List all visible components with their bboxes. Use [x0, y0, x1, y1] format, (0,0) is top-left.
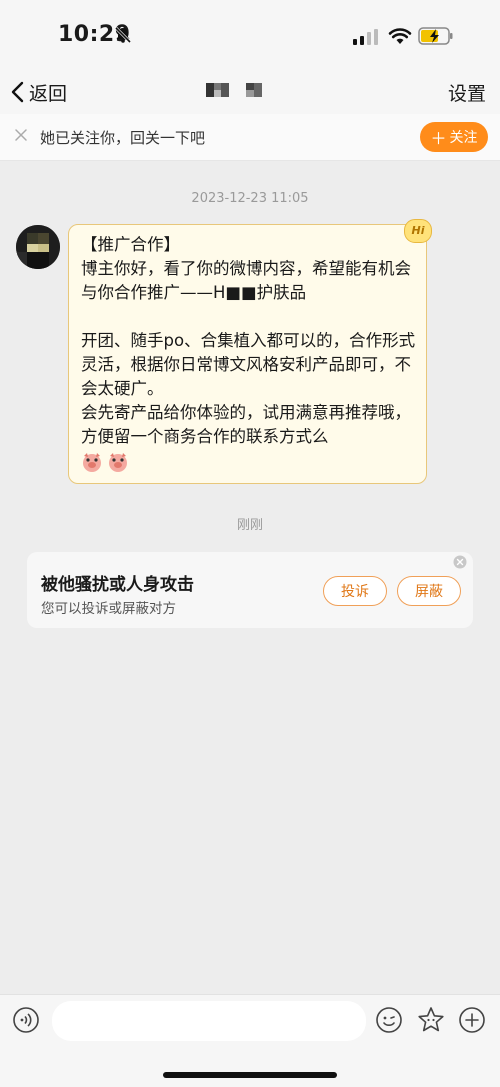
message-line: 开团、随手po、合集植入都可以的，合作形式灵活，根据你日常博文风格安利产品即可，… [81, 331, 416, 398]
status-bar: 10:29 [0, 0, 500, 70]
settings-button[interactable]: 设置 [448, 79, 486, 106]
block-button[interactable]: 屏蔽 [397, 576, 461, 606]
message-input[interactable] [52, 1001, 366, 1041]
message-line: 【推广合作】 [81, 235, 180, 254]
voice-icon[interactable] [13, 1007, 39, 1033]
plus-circle-icon[interactable] [459, 1007, 485, 1033]
close-icon[interactable] [14, 128, 28, 142]
report-card-title: 被他骚扰或人身攻击 [41, 575, 194, 595]
message-timestamp: 2023-12-23 11:05 [191, 191, 309, 206]
follow-prompt-text: 她已关注你，回关一下吧 [40, 129, 206, 147]
pixelated-avatar-image [16, 225, 60, 269]
input-bar [0, 994, 500, 1087]
plus-icon: ＋ [430, 129, 447, 148]
message-timestamp-recent: 刚刚 [236, 518, 263, 533]
follow-prompt-bar: 她已关注你，回关一下吧 ＋ 关注 [0, 114, 500, 161]
back-label: 返回 [29, 82, 68, 105]
message-bubble[interactable]: Hi 【推广合作】 博主你好，看了你的微博内容，希望能有机会与你合作推广——H■… [68, 219, 432, 484]
bell-muted-icon [114, 26, 132, 44]
battery-charging-icon [418, 27, 453, 45]
report-card-subtitle: 您可以投诉或屏蔽对方 [41, 601, 176, 617]
avatar[interactable] [16, 225, 60, 269]
pig-emoji-icon [83, 453, 101, 472]
chevron-left-icon [11, 81, 24, 103]
back-button[interactable]: 返回 [10, 77, 67, 107]
harassment-report-card: 被他骚扰或人身攻击 您可以投诉或屏蔽对方 投诉 屏蔽 [27, 552, 473, 628]
follow-button[interactable]: ＋ 关注 [420, 122, 488, 152]
emoji-stickers [81, 451, 419, 473]
nav-bar: 返回 设置 [0, 70, 500, 114]
cellular-signal-icon [353, 29, 378, 45]
pig-emoji-icon [109, 453, 127, 472]
follow-button-label: 关注 [449, 130, 478, 146]
message-line: 会先寄产品给你体验的，试用满意再推荐哦，方便留一个商务合作的联系方式么 [81, 403, 411, 446]
home-indicator [163, 1072, 337, 1078]
sticker-star-icon[interactable] [417, 1006, 445, 1034]
close-circle-icon[interactable] [453, 555, 467, 569]
message-line: 博主你好，看了你的微博内容，希望能有机会与你合作推广——H■■护肤品 [81, 259, 411, 302]
emoji-icon[interactable] [376, 1007, 402, 1033]
hi-badge: Hi [404, 219, 432, 243]
redacted-username [206, 83, 262, 97]
complain-button[interactable]: 投诉 [323, 576, 387, 606]
wifi-icon [388, 28, 412, 44]
